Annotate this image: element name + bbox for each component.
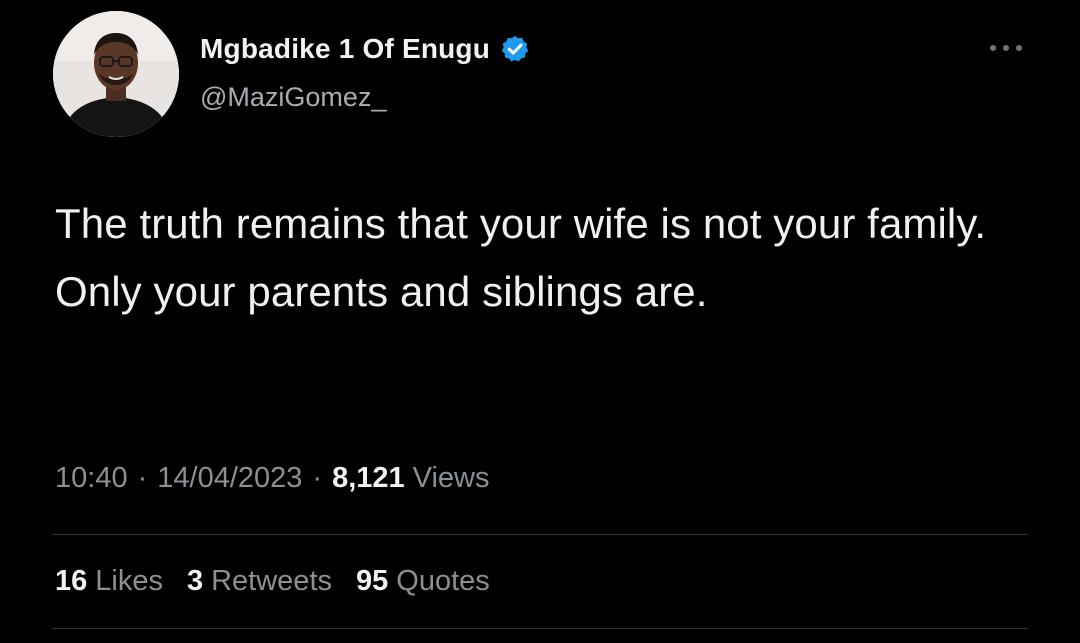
retweets-stat[interactable]: 3 Retweets: [187, 565, 332, 598]
likes-label: Likes: [95, 565, 163, 597]
more-options-icon[interactable]: [984, 36, 1028, 60]
engagement-stats: 16 Likes 3 Retweets 95 Quotes: [55, 565, 514, 598]
avatar[interactable]: [53, 11, 179, 137]
more-dot: [1016, 45, 1022, 51]
user-handle[interactable]: @MaziGomez_: [200, 82, 530, 113]
tweet-date[interactable]: 14/04/2023: [157, 462, 302, 495]
quotes-label: Quotes: [396, 565, 490, 597]
tweet-card: Mgbadike 1 Of Enugu @MaziGomez_ The trut…: [0, 0, 1080, 643]
author-info: Mgbadike 1 Of Enugu @MaziGomez_: [200, 26, 530, 126]
divider: [52, 628, 1028, 629]
quotes-count: 95: [356, 565, 389, 597]
display-name[interactable]: Mgbadike 1 Of Enugu: [200, 33, 490, 65]
retweets-count: 3: [186, 565, 204, 597]
name-row: Mgbadike 1 Of Enugu: [200, 26, 530, 72]
tweet-meta: 10:40 · 14/04/2023 · 8,121 Views: [55, 462, 490, 495]
quotes-stat[interactable]: 95 Quotes: [356, 565, 490, 598]
likes-count: 16: [55, 565, 88, 597]
more-dot: [990, 45, 996, 51]
meta-separator: ·: [312, 462, 323, 494]
retweets-label: Retweets: [211, 565, 332, 597]
verified-badge-icon: [500, 34, 530, 64]
more-dot: [1003, 45, 1009, 51]
avatar-photo: [53, 11, 179, 137]
tweet-time[interactable]: 10:40: [55, 462, 128, 495]
views-count: 8,121: [332, 462, 405, 494]
views-label: Views: [412, 462, 490, 494]
likes-stat[interactable]: 16 Likes: [55, 565, 163, 598]
meta-separator: ·: [137, 462, 148, 494]
divider: [52, 534, 1028, 535]
tweet-text: The truth remains that your wife is not …: [55, 200, 987, 315]
